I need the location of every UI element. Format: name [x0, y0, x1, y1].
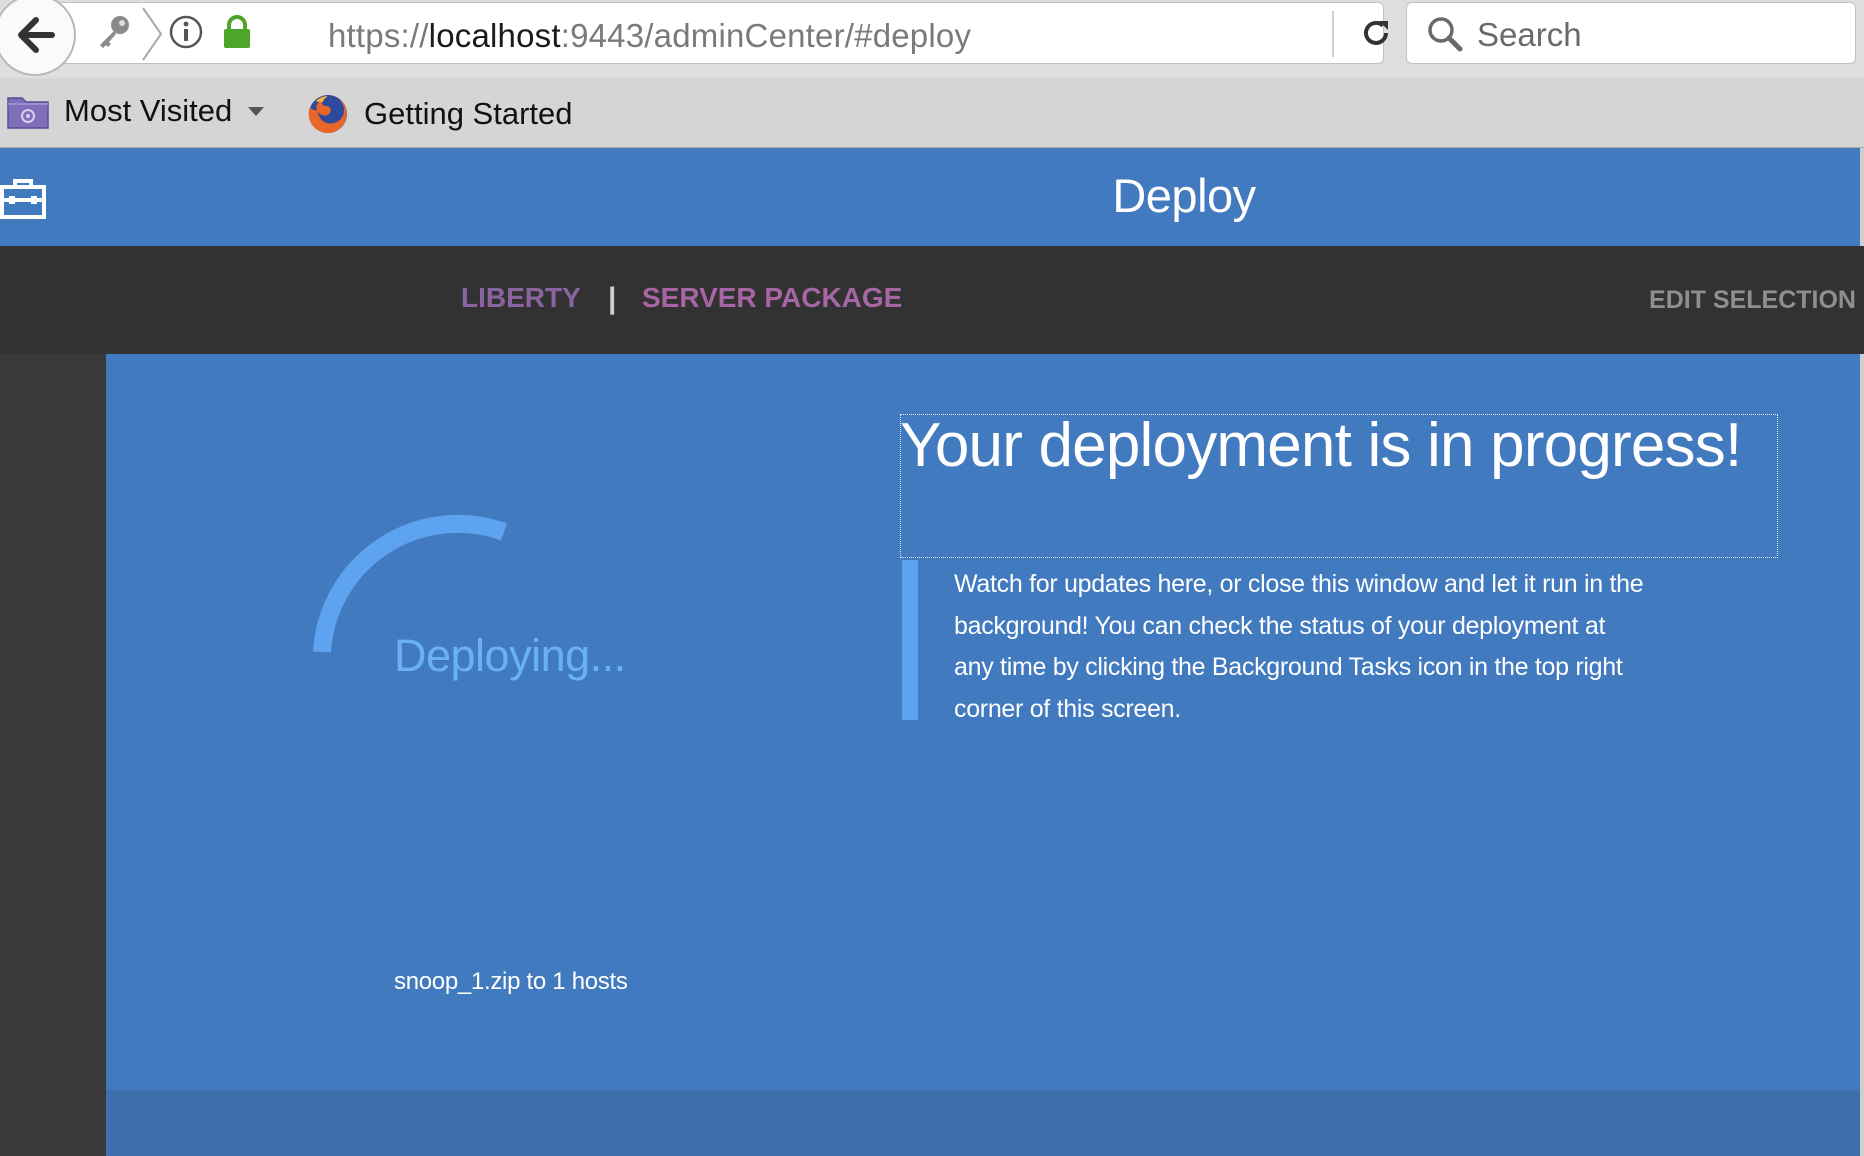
url-text[interactable]: https://localhost:9443/adminCenter/#depl… — [328, 17, 971, 55]
folder-icon — [7, 97, 49, 129]
url-bar-divider — [1332, 11, 1334, 57]
breadcrumb-liberty[interactable]: LIBERTY — [461, 282, 581, 314]
panel-footer — [106, 1090, 1860, 1156]
left-gutter — [0, 354, 106, 1156]
back-button[interactable] — [0, 0, 76, 76]
page-title: Deploy — [1112, 169, 1256, 222]
window-edge — [1860, 354, 1864, 1156]
message-accent-bar — [902, 560, 918, 720]
deployment-panel: Deploying... snoop_1.zip to 1 hosts Your… — [106, 354, 1860, 1156]
key-icon[interactable] — [92, 12, 134, 54]
reload-icon[interactable] — [1358, 15, 1394, 51]
admin-center-app: Deploy LIBERTY | SERVER PACKAGE EDIT SEL… — [0, 148, 1864, 1156]
search-bar[interactable]: Search — [1406, 2, 1856, 64]
firefox-icon — [308, 95, 347, 133]
app-header: Deploy — [0, 148, 1864, 246]
info-icon[interactable] — [168, 14, 204, 50]
deployment-status: snoop_1.zip to 1 hosts — [394, 968, 628, 995]
deployment-headline: Your deployment is in progress! — [900, 411, 1742, 480]
chevron-right-icon — [142, 7, 163, 61]
bookmarks-bar: Most Visited Getting Started — [0, 78, 1864, 148]
breadcrumb-separator: | — [608, 282, 617, 315]
back-arrow-icon — [18, 17, 55, 53]
chevron-down-icon[interactable] — [248, 106, 265, 116]
lock-icon[interactable] — [222, 14, 252, 50]
bookmark-getting-started[interactable]: Getting Started — [306, 92, 573, 136]
bookmark-label: Getting Started — [364, 96, 573, 131]
bookmark-most-visited[interactable]: Most Visited — [6, 92, 265, 130]
deployment-message: Watch for updates here, or close this wi… — [954, 570, 1644, 723]
window-edge — [1860, 148, 1864, 246]
breadcrumb-server-package[interactable]: SERVER PACKAGE — [642, 282, 902, 314]
edit-selection-button[interactable]: EDIT SELECTION — [1649, 286, 1856, 315]
search-icon — [1428, 17, 1463, 52]
search-input[interactable]: Search — [1477, 16, 1582, 54]
deploying-label: Deploying... — [394, 630, 626, 681]
bookmark-label: Most Visited — [64, 93, 233, 128]
breadcrumb: LIBERTY | SERVER PACKAGE EDIT SELECTION — [0, 246, 1864, 354]
browser-toolbar: https://localhost:9443/adminCenter/#depl… — [0, 0, 1864, 78]
